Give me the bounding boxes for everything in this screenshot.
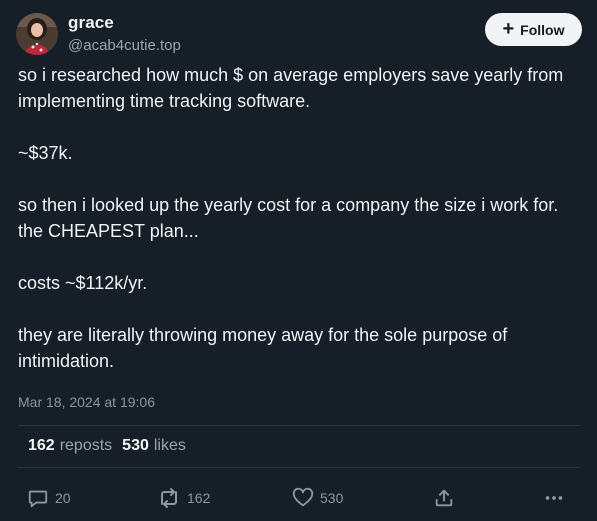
author-name[interactable]: grace	[68, 13, 114, 33]
post-timestamp[interactable]: Mar 18, 2024 at 19:06	[18, 394, 155, 410]
plus-icon: +	[502, 17, 515, 40]
share-button[interactable]	[433, 484, 455, 512]
follow-button[interactable]: + Follow	[485, 13, 582, 46]
divider	[18, 467, 580, 468]
reply-button[interactable]: 20	[27, 484, 71, 512]
repost-count: 162	[187, 490, 211, 506]
post-paragraph: costs ~$112k/yr.	[18, 273, 148, 293]
share-upload-icon	[433, 487, 455, 509]
likes-count: 530	[122, 437, 149, 454]
reply-count: 20	[55, 490, 71, 506]
repost-button[interactable]: 162	[157, 484, 210, 512]
post-paragraph: so then i looked up the yearly cost for …	[18, 195, 559, 241]
avatar[interactable]	[16, 13, 58, 55]
action-bar: 20 162 530	[0, 484, 597, 512]
post-text: so i researched how much $ on average em…	[18, 62, 588, 374]
follow-button-label: Follow	[520, 21, 565, 38]
speech-bubble-icon	[27, 487, 49, 509]
post-paragraph: they are literally throwing money away f…	[18, 325, 508, 371]
reposts-stat[interactable]: 162 reposts	[28, 437, 112, 455]
post-paragraph: ~$37k.	[18, 143, 73, 163]
more-options-button[interactable]	[543, 484, 565, 512]
repost-arrows-icon	[157, 487, 181, 509]
divider	[18, 425, 580, 426]
post-card: grace @acab4cutie.top + Follow so i rese…	[0, 0, 597, 521]
likes-label: likes	[153, 437, 186, 454]
heart-icon	[292, 487, 314, 509]
reposts-count: 162	[28, 437, 55, 454]
author-handle[interactable]: @acab4cutie.top	[68, 37, 181, 54]
engagement-stats: 162 reposts 530 likes	[28, 437, 186, 455]
likes-stat[interactable]: 530 likes	[122, 437, 186, 455]
post-paragraph: so i researched how much $ on average em…	[18, 65, 564, 111]
like-count: 530	[320, 490, 344, 506]
like-button[interactable]: 530	[292, 484, 343, 512]
more-dots-icon	[543, 487, 565, 509]
reposts-label: reposts	[59, 437, 113, 454]
